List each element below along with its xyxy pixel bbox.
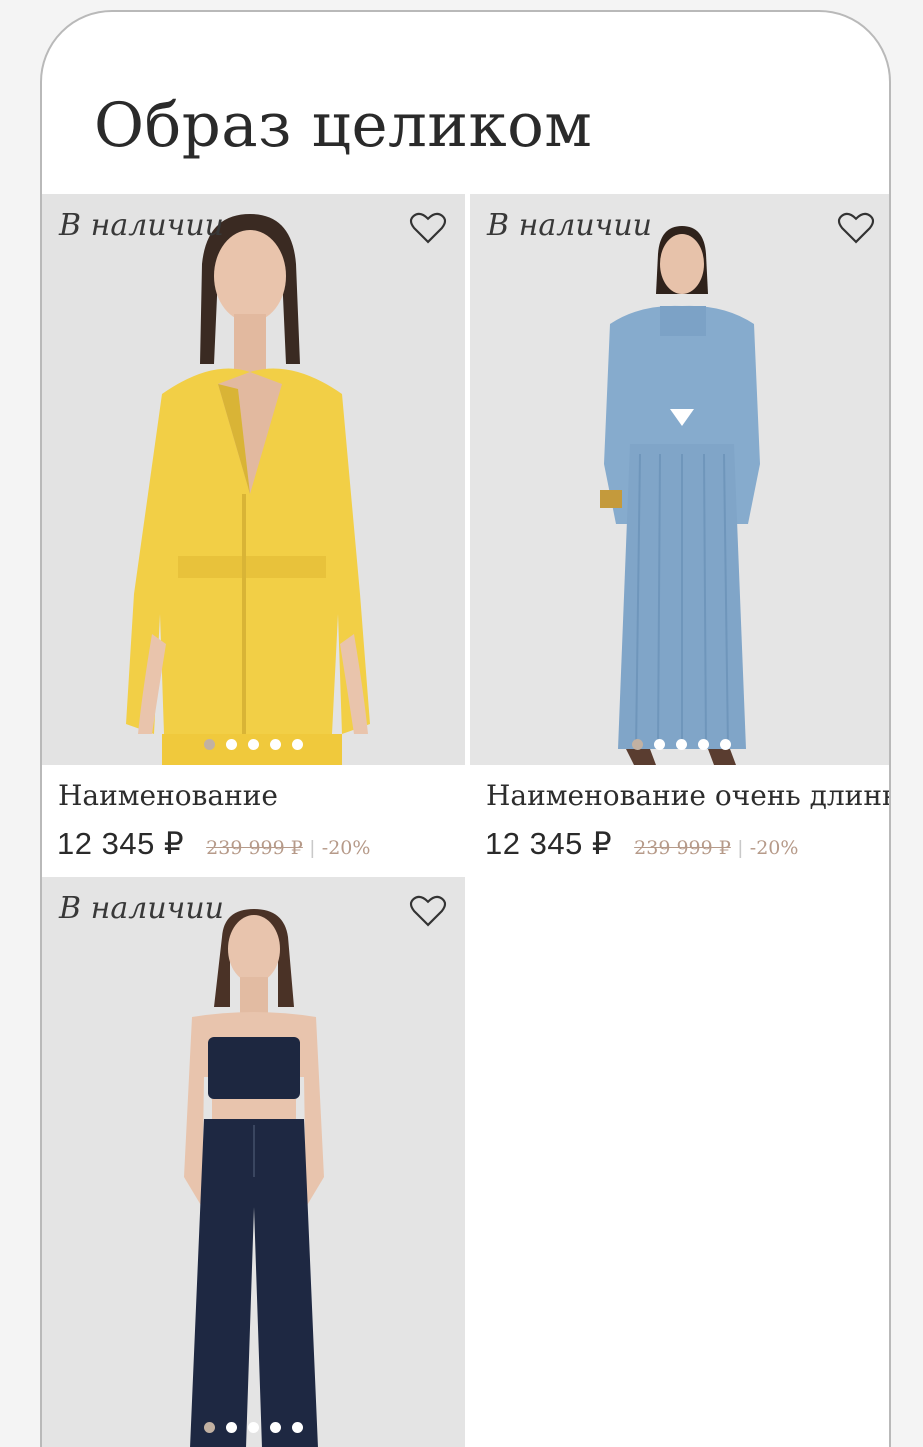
carousel-dot[interactable] (654, 739, 665, 750)
carousel-dot[interactable] (632, 739, 643, 750)
product-photo-yellow-jacket (42, 194, 465, 765)
price-separator: | (309, 838, 315, 859)
carousel-dot[interactable] (248, 1422, 259, 1433)
carousel-dot[interactable] (270, 739, 281, 750)
product-name[interactable]: Наименование очень длинное (486, 779, 889, 812)
carousel-dot[interactable] (698, 739, 709, 750)
product-image-carousel[interactable]: В наличии (470, 194, 889, 765)
heart-icon (409, 212, 447, 244)
old-price: 239 999 ₽ (634, 837, 731, 859)
carousel-dot[interactable] (292, 1422, 303, 1433)
carousel-dot[interactable] (720, 739, 731, 750)
phone-frame: Образ целиком В наличии Наименование 12 … (40, 10, 891, 1447)
product-image-carousel[interactable]: В наличии (42, 194, 465, 765)
old-price: 239 999 ₽ (206, 837, 303, 859)
heart-icon (409, 895, 447, 927)
stock-badge: В наличии (59, 891, 224, 926)
carousel-dot[interactable] (204, 739, 215, 750)
carousel-dots (204, 739, 303, 750)
stock-badge: В наличии (59, 208, 224, 243)
carousel-dot[interactable] (204, 1422, 215, 1433)
carousel-dot[interactable] (248, 739, 259, 750)
price-row: 12 345 ₽ 239 999 ₽ | -20% (57, 826, 370, 862)
product-name[interactable]: Наименование (58, 779, 558, 812)
page-title: Образ целиком (94, 90, 593, 161)
heart-icon (837, 212, 875, 244)
carousel-dot[interactable] (226, 739, 237, 750)
favorite-button[interactable] (834, 208, 878, 248)
price-row: 12 345 ₽ 239 999 ₽ | -20% (485, 826, 798, 862)
favorite-button[interactable] (406, 891, 450, 931)
discount-label: -20% (749, 837, 799, 859)
stock-badge: В наличии (487, 208, 652, 243)
carousel-dot[interactable] (676, 739, 687, 750)
product-card[interactable]: В наличии Наименование 12 345 ₽ 239 999 … (42, 194, 465, 861)
product-card[interactable]: В наличии (42, 877, 465, 1447)
carousel-dots (204, 1422, 303, 1433)
current-price: 12 345 ₽ (485, 826, 613, 861)
product-card[interactable]: В наличии Наименование очень длинное 12 … (470, 194, 889, 861)
carousel-dot[interactable] (292, 739, 303, 750)
price-separator: | (737, 838, 743, 859)
carousel-dot[interactable] (226, 1422, 237, 1433)
carousel-dot[interactable] (270, 1422, 281, 1433)
product-image-carousel[interactable]: В наличии (42, 877, 465, 1447)
discount-label: -20% (321, 837, 371, 859)
product-photo-navy-set (42, 877, 465, 1447)
favorite-button[interactable] (406, 208, 450, 248)
product-photo-blue-set (470, 194, 889, 765)
carousel-dots (632, 739, 731, 750)
current-price: 12 345 ₽ (57, 826, 185, 861)
